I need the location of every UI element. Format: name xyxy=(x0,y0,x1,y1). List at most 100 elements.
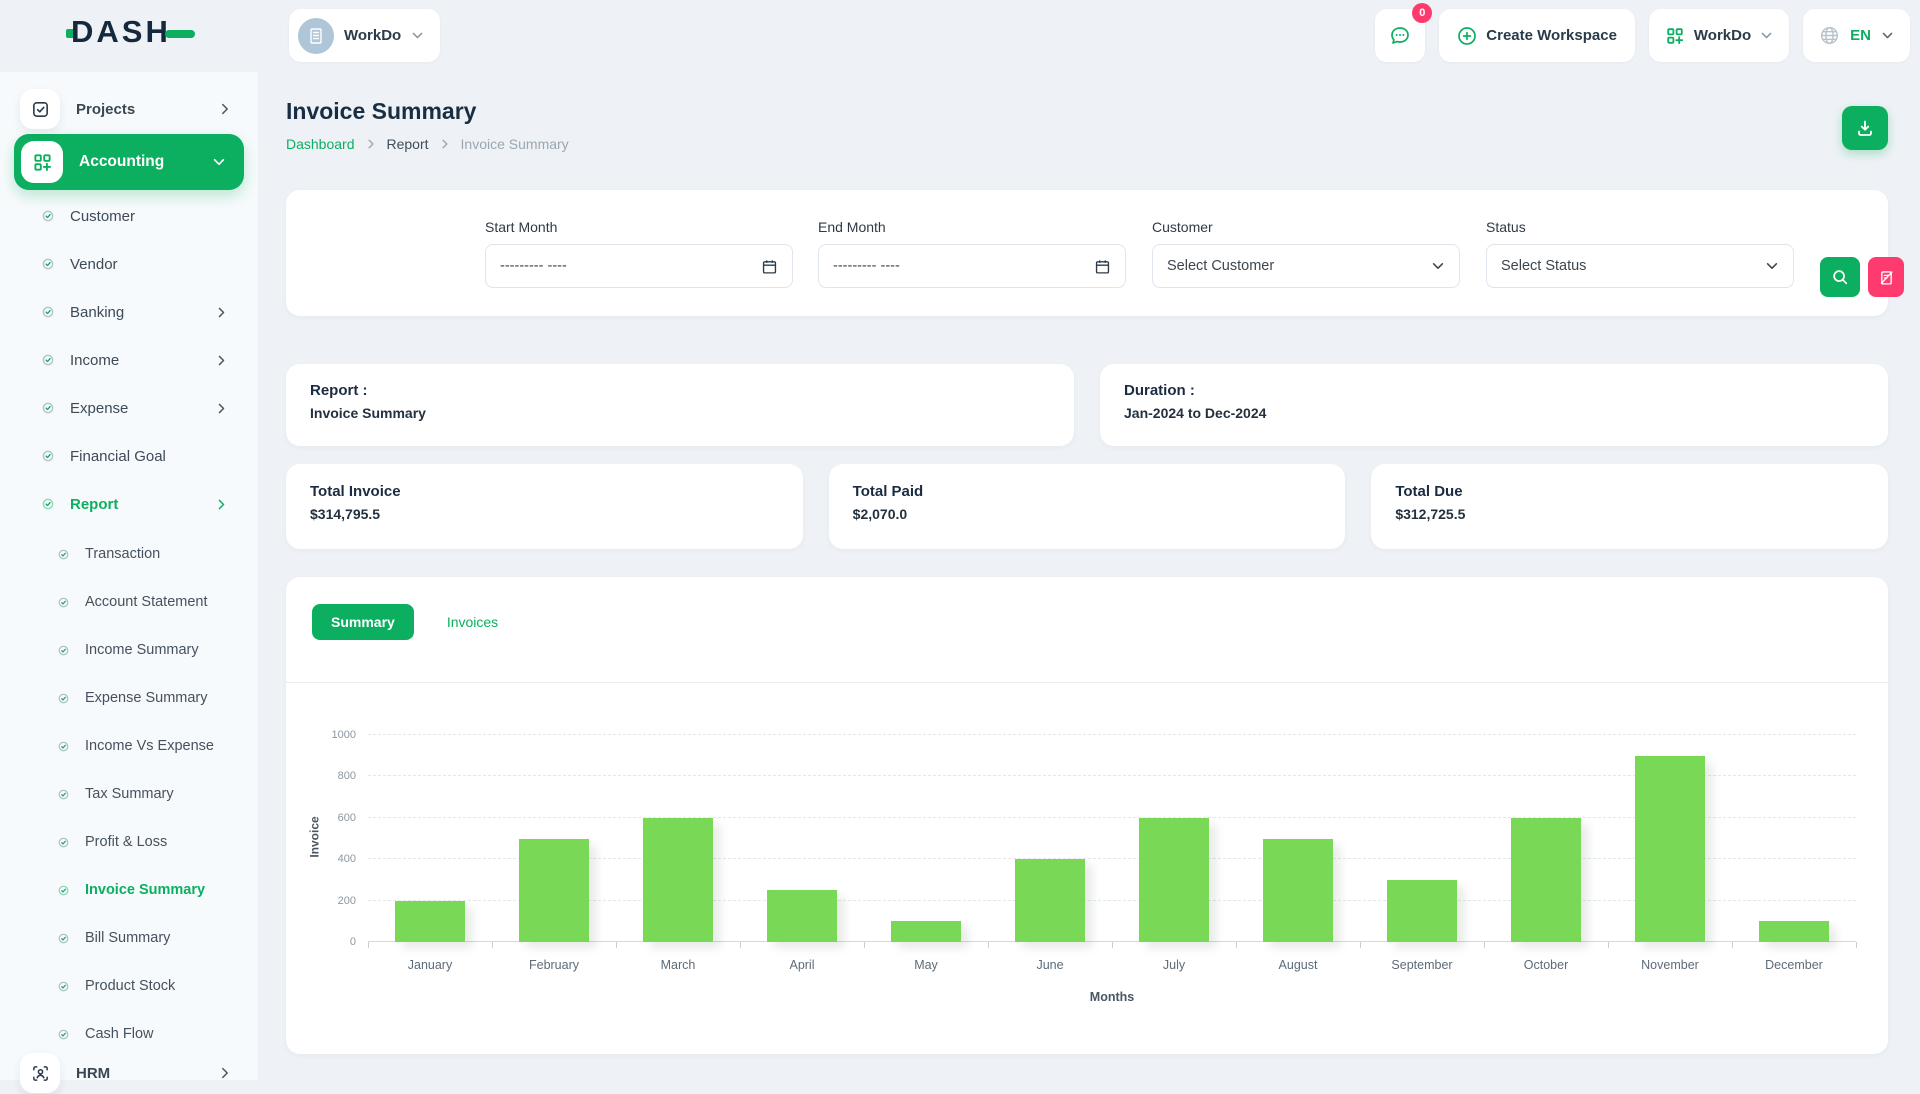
create-workspace-button[interactable]: Create Workspace xyxy=(1439,9,1635,62)
language-selector[interactable]: EN xyxy=(1803,9,1910,62)
end-month-field: End Month --------- ---- xyxy=(818,219,1126,288)
start-month-input[interactable]: --------- ---- xyxy=(485,244,793,288)
apply-filter-button[interactable] xyxy=(1820,257,1860,297)
bar-slot xyxy=(1360,735,1484,942)
x-axis-tick xyxy=(988,942,989,948)
breadcrumb-report[interactable]: Report xyxy=(387,136,429,152)
bar-november xyxy=(1635,756,1704,942)
sidebar-item-tax-summary[interactable]: Tax Summary xyxy=(0,770,258,818)
bar-august xyxy=(1263,839,1332,943)
duration-label: Duration : xyxy=(1124,382,1864,399)
start-month-field: Start Month --------- ---- xyxy=(485,219,793,288)
sidebar-item-expense[interactable]: Expense xyxy=(0,384,258,432)
bullet-circle-icon xyxy=(42,354,54,366)
bar-june xyxy=(1015,859,1084,942)
sidebar-item-profit-loss[interactable]: Profit & Loss xyxy=(0,818,258,866)
total-invoice-value: $314,795.5 xyxy=(310,506,779,522)
chevron-right-icon xyxy=(215,354,228,367)
invoice-chart-card: Summary Invoices Invoice 020040060080010… xyxy=(286,577,1888,1054)
reset-filter-button[interactable] xyxy=(1868,257,1904,297)
total-invoice-label: Total Invoice xyxy=(310,483,779,500)
y-tick-label: 0 xyxy=(350,936,356,948)
status-select[interactable]: Select Status xyxy=(1486,244,1794,288)
bar-slot xyxy=(864,735,988,942)
x-axis-tick xyxy=(1112,942,1113,948)
total-paid-value: $2,070.0 xyxy=(853,506,1322,522)
sidebar-item-accounting[interactable]: Accounting xyxy=(14,134,244,190)
bars-container xyxy=(368,735,1856,942)
sidebar-item-cash-flow[interactable]: Cash Flow xyxy=(0,1010,258,1058)
sidebar-item-hrm[interactable]: HRM xyxy=(0,1052,258,1094)
sidebar-item-transaction[interactable]: Transaction xyxy=(0,530,258,578)
y-tick-label: 1000 xyxy=(332,729,356,741)
bullet-circle-icon xyxy=(58,597,69,608)
chevron-down-icon xyxy=(1431,259,1445,273)
chevron-down-icon xyxy=(411,29,424,42)
sidebar-item-customer[interactable]: Customer xyxy=(0,192,258,240)
x-tick-label: October xyxy=(1484,958,1608,972)
y-axis-title: Invoice xyxy=(308,816,322,857)
status-field: Status Select Status xyxy=(1486,219,1794,288)
app-logo: DASH xyxy=(66,16,195,47)
chat-icon xyxy=(1388,24,1412,48)
sidebar-item-projects[interactable]: Projects xyxy=(0,88,258,130)
top-header: DASH WorkDo 0 Create Workspace WorkDo EN xyxy=(0,0,1920,72)
download-icon xyxy=(1855,118,1875,138)
app-menu-button[interactable]: WorkDo xyxy=(1649,9,1789,62)
create-workspace-label: Create Workspace xyxy=(1486,27,1617,44)
download-report-button[interactable] xyxy=(1842,106,1888,150)
sidebar-item-banking[interactable]: Banking xyxy=(0,288,258,336)
sidebar-item-product-stock[interactable]: Product Stock xyxy=(0,962,258,1010)
x-axis-tick xyxy=(1856,942,1857,948)
bar-slot xyxy=(1112,735,1236,942)
sidebar-item-income[interactable]: Income xyxy=(0,336,258,384)
bullet-circle-icon xyxy=(58,837,69,848)
workspace-avatar xyxy=(298,18,334,54)
y-tick-label: 200 xyxy=(338,895,356,907)
bar-slot xyxy=(740,735,864,942)
bullet-circle-icon xyxy=(58,789,69,800)
sidebar-item-expense-summary[interactable]: Expense Summary xyxy=(0,674,258,722)
sidebar-item-income-summary[interactable]: Income Summary xyxy=(0,626,258,674)
messages-button[interactable]: 0 xyxy=(1375,9,1425,62)
bar-slot xyxy=(1236,735,1360,942)
header-actions: 0 Create Workspace WorkDo EN xyxy=(1375,9,1910,62)
sidebar-item-report[interactable]: Report xyxy=(0,480,258,528)
language-code: EN xyxy=(1850,27,1871,44)
chevron-down-icon xyxy=(212,155,226,169)
grid-plus-icon xyxy=(1665,26,1685,46)
customer-label: Customer xyxy=(1152,219,1460,235)
workspace-switcher[interactable]: WorkDo xyxy=(289,9,440,62)
x-tick-label: May xyxy=(864,958,988,972)
page-header: Invoice Summary Dashboard Report Invoice… xyxy=(286,98,569,152)
breadcrumb-dashboard[interactable]: Dashboard xyxy=(286,136,355,152)
breadcrumb: Dashboard Report Invoice Summary xyxy=(286,136,569,152)
page-title: Invoice Summary xyxy=(286,98,569,125)
bullet-circle-icon xyxy=(42,306,54,318)
bullet-circle-icon xyxy=(42,450,54,462)
bullet-circle-icon xyxy=(42,258,54,270)
tab-invoices[interactable]: Invoices xyxy=(428,604,517,640)
tab-summary[interactable]: Summary xyxy=(312,604,414,640)
sidebar-item-account-statement[interactable]: Account Statement xyxy=(0,578,258,626)
sidebar-item-vendor[interactable]: Vendor xyxy=(0,240,258,288)
bullet-circle-icon xyxy=(42,402,54,414)
customer-select[interactable]: Select Customer xyxy=(1152,244,1460,288)
messages-count-badge: 0 xyxy=(1412,3,1432,23)
x-axis-tick xyxy=(1360,942,1361,948)
logo-text: DASH xyxy=(71,16,171,47)
bar-april xyxy=(767,890,836,942)
calendar-icon xyxy=(761,258,778,275)
building-icon xyxy=(306,26,326,46)
invoice-bar-chart: Invoice 02004006008001000 JanuaryFebruar… xyxy=(286,722,1888,1022)
sidebar-item-financial-goal[interactable]: Financial Goal xyxy=(0,432,258,480)
total-due-label: Total Due xyxy=(1395,483,1864,500)
total-paid-label: Total Paid xyxy=(853,483,1322,500)
accounting-submenu: Customer Vendor Banking Income Expense F… xyxy=(0,192,258,528)
sidebar-item-bill-summary[interactable]: Bill Summary xyxy=(0,914,258,962)
end-month-input[interactable]: --------- ---- xyxy=(818,244,1126,288)
sidebar-item-invoice-summary[interactable]: Invoice Summary xyxy=(0,866,258,914)
plus-circle-icon xyxy=(1457,26,1477,46)
sidebar-item-income-vs-expense[interactable]: Income Vs Expense xyxy=(0,722,258,770)
total-due-value: $312,725.5 xyxy=(1395,506,1864,522)
